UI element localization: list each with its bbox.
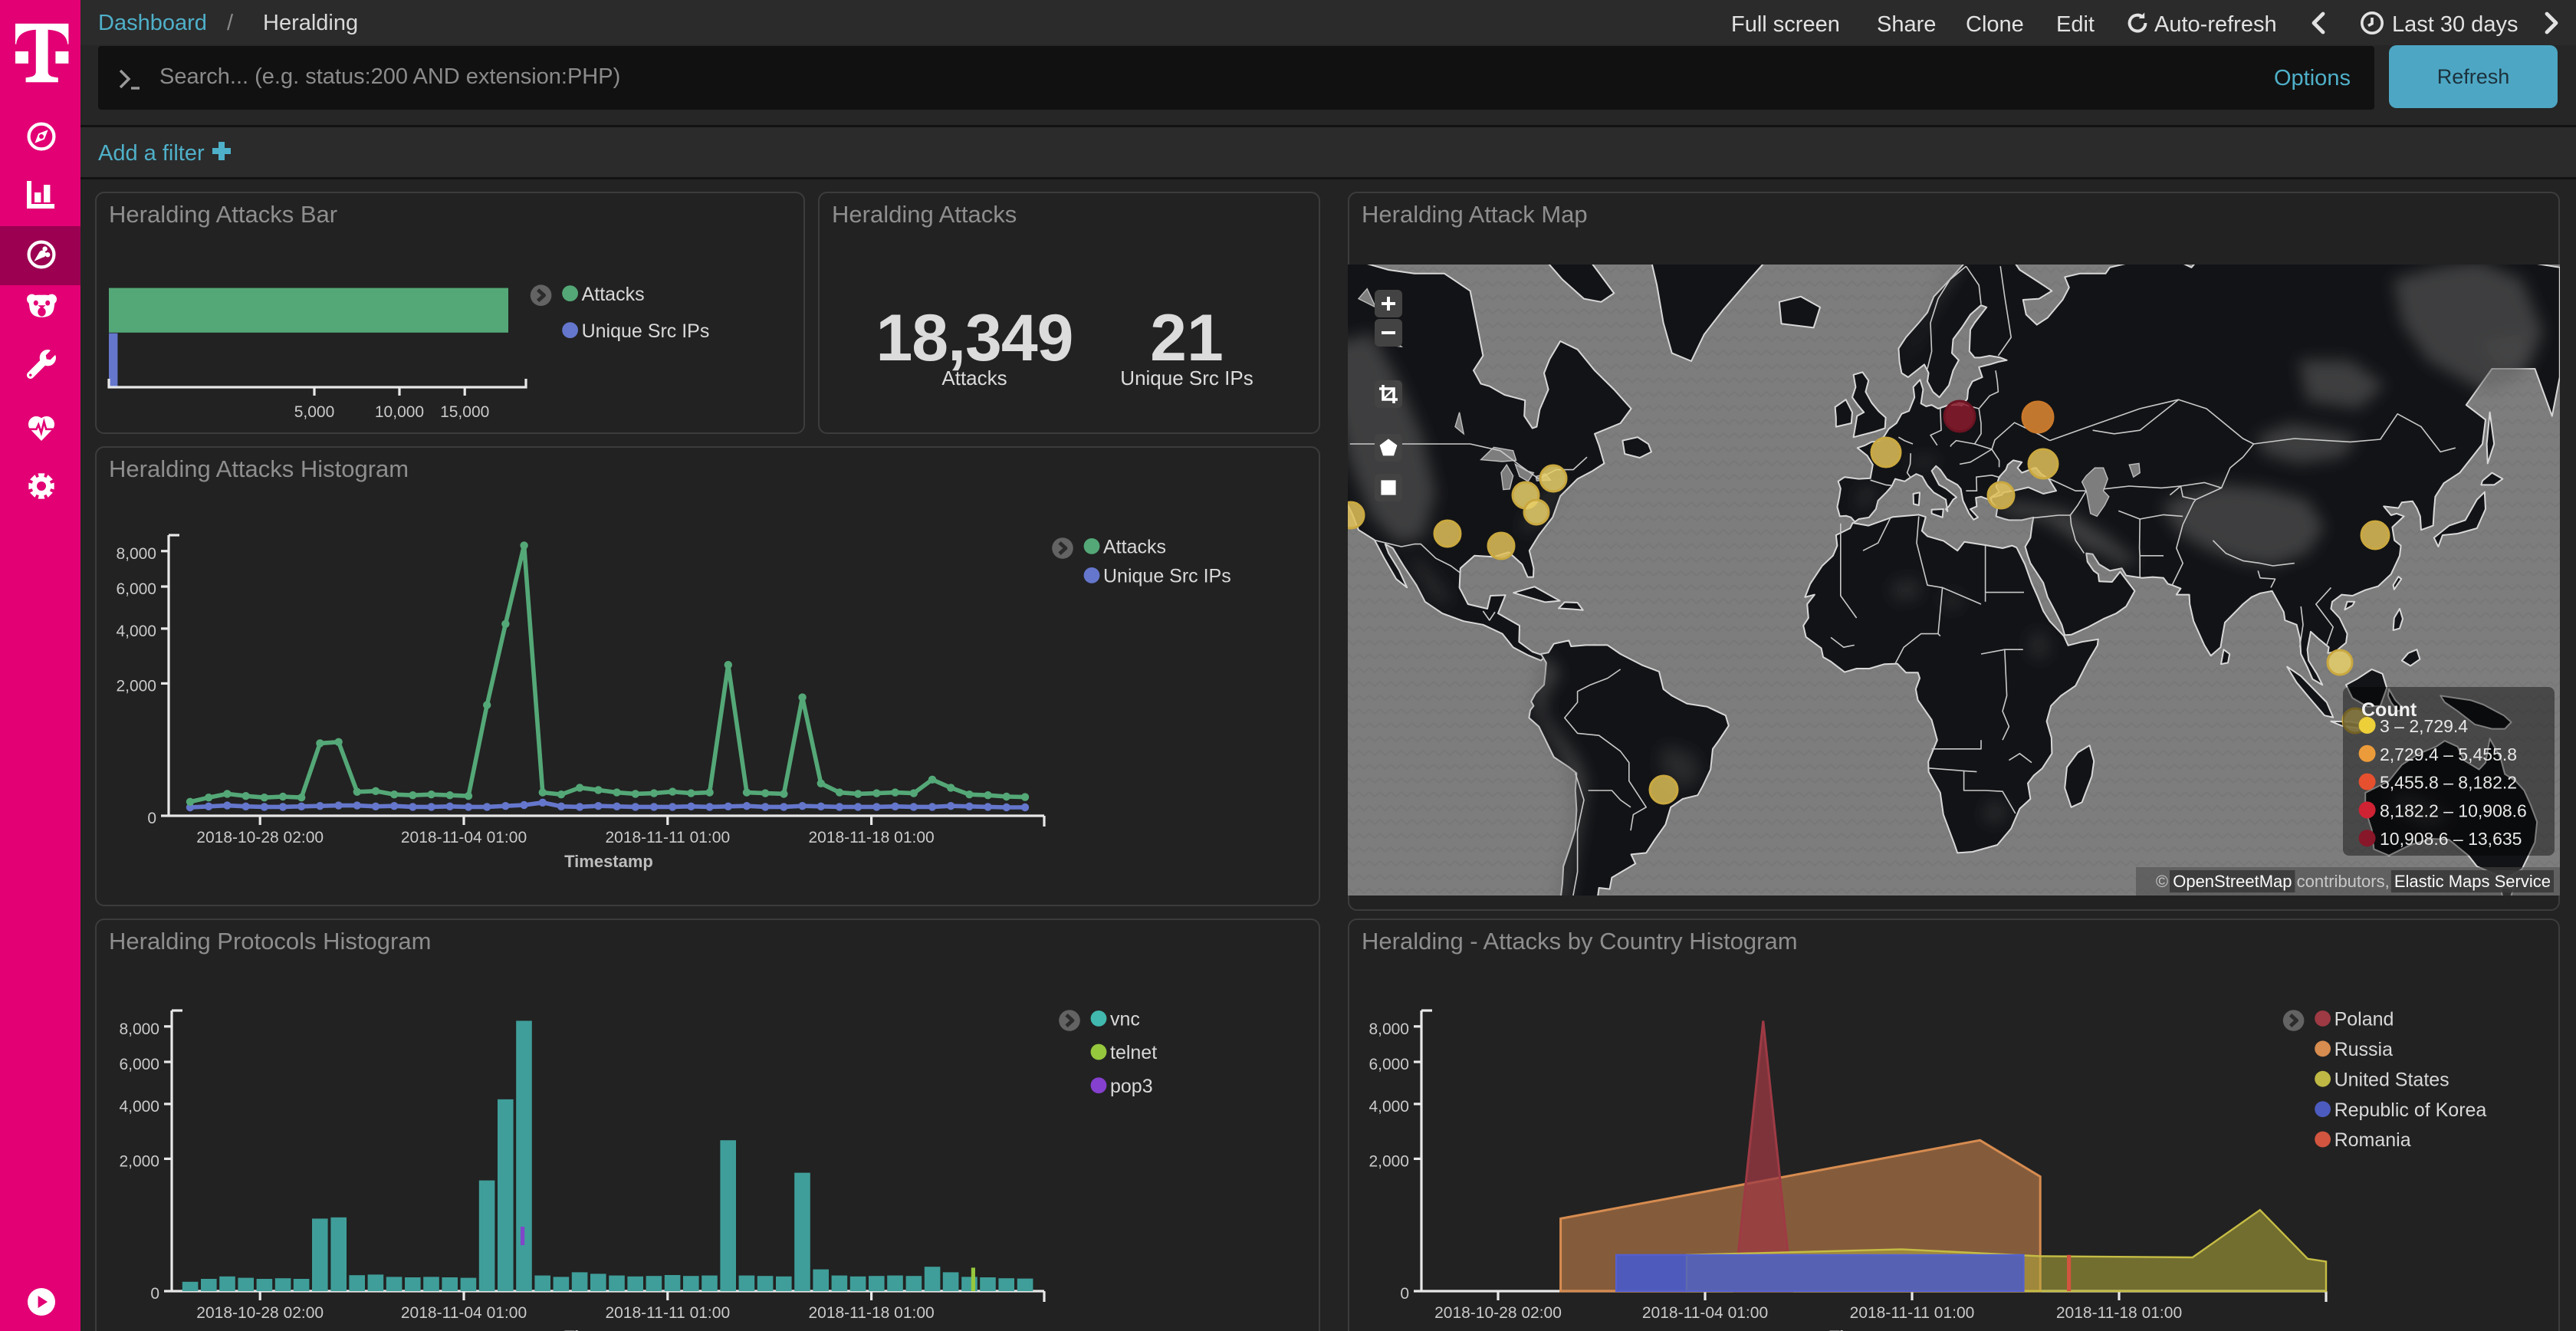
svg-text:© OpenStreetMap contributors,: © OpenStreetMap contributors, Elastic Ma… <box>2156 872 2551 891</box>
svg-text:6,000: 6,000 <box>1368 1056 1409 1073</box>
svg-text:Poland: Poland <box>2334 1009 2394 1030</box>
svg-text:2018-11-11 01:00: 2018-11-11 01:00 <box>1850 1304 1975 1322</box>
svg-text:Attacks: Attacks <box>1103 537 1166 558</box>
svg-text:pop3: pop3 <box>1110 1076 1153 1097</box>
svg-text:0: 0 <box>147 810 156 827</box>
svg-text:8,000: 8,000 <box>119 1020 159 1038</box>
svg-text:5,455.8 – 8,182.2: 5,455.8 – 8,182.2 <box>2380 773 2517 793</box>
svg-text:8,182.2 – 10,908.6: 8,182.2 – 10,908.6 <box>2380 800 2527 820</box>
svg-text:Republic of Korea: Republic of Korea <box>2334 1099 2487 1121</box>
svg-text:2018-11-18 01:00: 2018-11-18 01:00 <box>808 829 934 846</box>
svg-text:Timestamp: Timestamp <box>564 1327 653 1331</box>
svg-text:15,000: 15,000 <box>440 403 489 421</box>
svg-text:8,000: 8,000 <box>1368 1020 1409 1038</box>
svg-text:United States: United States <box>2334 1069 2450 1090</box>
svg-text:2,000: 2,000 <box>1368 1152 1409 1170</box>
svg-text:4,000: 4,000 <box>116 623 156 640</box>
svg-text:telnet: telnet <box>1110 1042 1157 1063</box>
svg-text:2018-11-04 01:00: 2018-11-04 01:00 <box>1642 1304 1768 1322</box>
svg-text:6,000: 6,000 <box>119 1056 159 1073</box>
svg-text:Timestamp: Timestamp <box>564 852 653 871</box>
svg-text:2018-10-28 02:00: 2018-10-28 02:00 <box>196 1304 324 1322</box>
svg-text:Unique Src IPs: Unique Src IPs <box>582 320 710 342</box>
svg-text:4,000: 4,000 <box>119 1098 159 1116</box>
svg-text:2018-10-28 02:00: 2018-10-28 02:00 <box>196 829 324 846</box>
svg-text:Romania: Romania <box>2334 1129 2411 1151</box>
svg-text:6,000: 6,000 <box>116 580 156 598</box>
svg-text:Unique Src IPs: Unique Src IPs <box>1103 566 1231 587</box>
svg-text:2018-11-18 01:00: 2018-11-18 01:00 <box>808 1304 934 1322</box>
svg-text:2018-11-11 01:00: 2018-11-11 01:00 <box>605 1304 730 1322</box>
svg-text:2018-11-18 01:00: 2018-11-18 01:00 <box>2056 1304 2182 1322</box>
svg-text:2018-11-04 01:00: 2018-11-04 01:00 <box>401 829 527 846</box>
svg-text:3 – 2,729.4: 3 – 2,729.4 <box>2380 716 2468 736</box>
svg-text:2018-11-11 01:00: 2018-11-11 01:00 <box>605 829 730 846</box>
svg-text:vnc: vnc <box>1110 1009 1140 1030</box>
svg-text:Attacks: Attacks <box>582 284 645 305</box>
svg-text:2018-10-28 02:00: 2018-10-28 02:00 <box>1434 1304 1562 1322</box>
svg-text:2,000: 2,000 <box>119 1152 159 1170</box>
svg-text:8,000: 8,000 <box>116 545 156 563</box>
svg-text:5,000: 5,000 <box>294 403 335 421</box>
svg-text:2,729.4 – 5,455.8: 2,729.4 – 5,455.8 <box>2380 744 2517 764</box>
svg-text:Russia: Russia <box>2334 1039 2394 1060</box>
svg-text:4,000: 4,000 <box>1368 1098 1409 1116</box>
svg-text:0: 0 <box>1400 1285 1409 1303</box>
svg-text:10,000: 10,000 <box>375 403 424 421</box>
svg-text:0: 0 <box>150 1285 159 1303</box>
svg-text:10,908.6 – 13,635: 10,908.6 – 13,635 <box>2380 829 2522 849</box>
svg-text:Timestamp: Timestamp <box>1829 1327 1918 1331</box>
svg-text:2018-11-04 01:00: 2018-11-04 01:00 <box>401 1304 527 1322</box>
svg-text:2,000: 2,000 <box>116 677 156 695</box>
